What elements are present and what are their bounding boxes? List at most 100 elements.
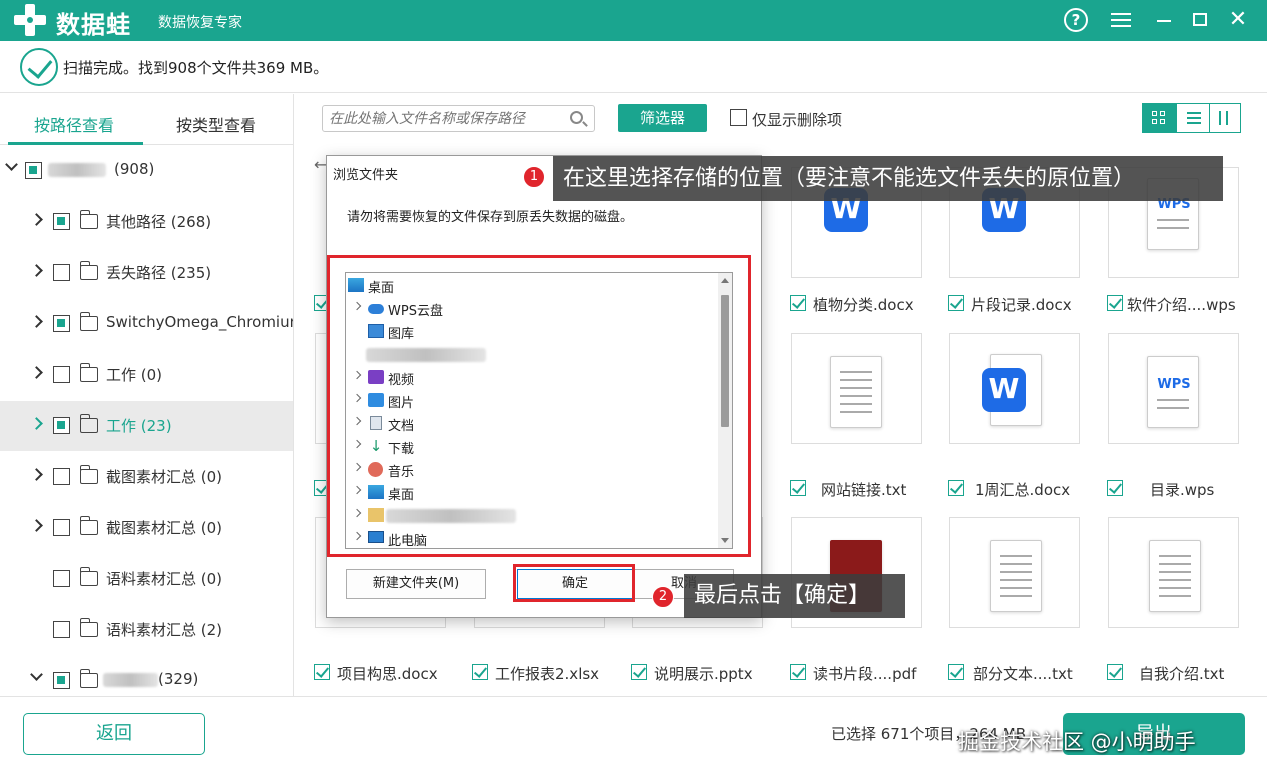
folder-icon bbox=[79, 261, 98, 280]
tree-item-lost-paths[interactable]: 丢失路径 (235) bbox=[0, 248, 293, 298]
tree-item-drive-2[interactable]: (329) bbox=[0, 656, 293, 696]
chevron-right-icon[interactable] bbox=[30, 519, 43, 532]
tree-checkbox[interactable] bbox=[53, 621, 70, 638]
folder-icon bbox=[79, 312, 98, 331]
file-checkbox[interactable] bbox=[790, 295, 806, 311]
dialog-message: 请勿将需要恢复的文件保存到原丢失数据的磁盘。 bbox=[347, 210, 634, 225]
file-checkbox[interactable] bbox=[790, 480, 806, 496]
tree-item-work-0[interactable]: 工作 (0) bbox=[0, 350, 293, 400]
tree-item-label: SwitchyOmega_Chromium bbox=[106, 313, 294, 331]
text-doc-icon bbox=[830, 356, 882, 428]
highlight-folder-tree bbox=[327, 255, 751, 557]
tree-item-label: (329) bbox=[158, 670, 199, 688]
new-folder-button[interactable]: 新建文件夹(M) bbox=[346, 569, 486, 599]
tree-checkbox[interactable] bbox=[53, 672, 70, 689]
sidebar: 按路径查看 按类型查看 (908) 其他路径 (268) 丢失路径 (235) … bbox=[0, 94, 294, 696]
tree-checkbox[interactable] bbox=[53, 570, 70, 587]
minimize-button[interactable] bbox=[1150, 6, 1178, 34]
file-card[interactable]: WPS bbox=[1108, 333, 1239, 444]
tree-item-screenshots-1[interactable]: 截图素材汇总 (0) bbox=[0, 452, 293, 502]
file-checkbox[interactable] bbox=[790, 664, 806, 680]
folder-icon bbox=[79, 567, 98, 586]
tree-item-label: (908) bbox=[114, 160, 155, 178]
annotation-step2: 最后点击【确定】 bbox=[684, 574, 905, 618]
tree-item-label: 丢失路径 (235) bbox=[106, 264, 212, 282]
tree-item-other-paths[interactable]: 其他路径 (268) bbox=[0, 197, 293, 247]
tree-checkbox[interactable] bbox=[25, 162, 42, 179]
tree-item-corpus-1[interactable]: 语料素材汇总 (0) bbox=[0, 554, 293, 604]
search-input[interactable] bbox=[329, 109, 564, 129]
chevron-right-icon[interactable] bbox=[30, 468, 43, 481]
grid-view-icon[interactable] bbox=[1143, 104, 1176, 132]
check-circle-icon bbox=[20, 48, 58, 86]
annotation-step1: 在这里选择存储的位置（要注意不能选文件丢失的原位置） bbox=[553, 156, 1223, 201]
tab-by-type[interactable]: 按类型查看 bbox=[176, 112, 256, 136]
word-doc-icon bbox=[982, 368, 1026, 412]
deleted-only-label: 仅显示删除项 bbox=[752, 111, 843, 129]
chevron-down-icon[interactable] bbox=[5, 158, 18, 171]
blurred-folder-name bbox=[103, 673, 158, 687]
file-card[interactable] bbox=[949, 517, 1080, 628]
tree-checkbox[interactable] bbox=[53, 315, 70, 332]
tree-item-root[interactable]: (908) bbox=[0, 146, 293, 196]
tree-item-label: 工作 (0) bbox=[106, 366, 163, 384]
file-checkbox[interactable] bbox=[1107, 295, 1123, 311]
file-checkbox[interactable] bbox=[948, 295, 964, 311]
tree-item-work-23[interactable]: 工作 (23) bbox=[0, 401, 293, 451]
chevron-right-icon[interactable] bbox=[30, 315, 43, 328]
tree-item-label: 语料素材汇总 (2) bbox=[106, 621, 223, 639]
chevron-right-icon[interactable] bbox=[30, 264, 43, 277]
highlight-ok-button bbox=[513, 564, 635, 602]
file-card[interactable] bbox=[949, 333, 1080, 444]
folder-icon bbox=[79, 363, 98, 382]
file-checkbox[interactable] bbox=[472, 664, 488, 680]
tab-by-path[interactable]: 按路径查看 bbox=[34, 112, 114, 136]
tree-checkbox[interactable] bbox=[53, 366, 70, 383]
file-card[interactable] bbox=[1108, 517, 1239, 628]
tree-item-label: 工作 (23) bbox=[106, 417, 172, 435]
bottom-bar: 返回 已选择 671个项目，264 MB 导出 掘金技术社区 @小明助手 bbox=[0, 696, 1267, 775]
menu-button[interactable] bbox=[1107, 6, 1135, 34]
app-logo-icon bbox=[14, 4, 46, 36]
folder-icon bbox=[79, 414, 98, 433]
file-checkbox[interactable] bbox=[1107, 480, 1123, 496]
tree-checkbox[interactable] bbox=[53, 519, 70, 536]
deleted-only-checkbox[interactable] bbox=[730, 109, 747, 126]
step2-badge: 2 bbox=[652, 586, 674, 608]
maximize-button[interactable] bbox=[1186, 6, 1214, 34]
blurred-drive-name bbox=[48, 163, 106, 177]
search-icon[interactable] bbox=[570, 111, 583, 124]
file-card[interactable] bbox=[791, 333, 922, 444]
list-view-icon[interactable] bbox=[1176, 104, 1209, 132]
folder-icon bbox=[79, 465, 98, 484]
search-box[interactable] bbox=[322, 105, 595, 132]
tree-checkbox[interactable] bbox=[53, 264, 70, 281]
step1-badge: 1 bbox=[523, 166, 545, 188]
view-mode-group bbox=[1142, 103, 1241, 133]
chevron-down-icon[interactable] bbox=[30, 668, 43, 681]
file-checkbox[interactable] bbox=[314, 664, 330, 680]
help-icon: ? bbox=[1064, 8, 1088, 32]
close-button[interactable]: ✕ bbox=[1224, 6, 1252, 34]
help-button[interactable]: ? bbox=[1062, 6, 1090, 34]
file-checkbox[interactable] bbox=[1107, 664, 1123, 680]
chevron-right-icon[interactable] bbox=[30, 417, 43, 430]
chevron-right-icon[interactable] bbox=[30, 366, 43, 379]
tree-checkbox[interactable] bbox=[53, 468, 70, 485]
dialog-title: 浏览文件夹 bbox=[333, 168, 399, 183]
tree-checkbox[interactable] bbox=[53, 417, 70, 434]
file-checkbox[interactable] bbox=[948, 480, 964, 496]
folder-icon bbox=[79, 516, 98, 535]
tree-item-label: 截图素材汇总 (0) bbox=[106, 468, 223, 486]
folder-icon bbox=[79, 210, 98, 229]
file-checkbox[interactable] bbox=[948, 664, 964, 680]
column-view-icon[interactable] bbox=[1209, 104, 1242, 132]
file-checkbox[interactable] bbox=[631, 664, 647, 680]
tree-item-screenshots-2[interactable]: 截图素材汇总 (0) bbox=[0, 503, 293, 553]
back-button[interactable]: 返回 bbox=[23, 713, 205, 755]
filter-button[interactable]: 筛选器 bbox=[618, 104, 707, 132]
tree-item-switchyomega[interactable]: SwitchyOmega_Chromium bbox=[0, 299, 294, 349]
chevron-right-icon[interactable] bbox=[30, 213, 43, 226]
tree-checkbox[interactable] bbox=[53, 213, 70, 230]
tree-item-corpus-2[interactable]: 语料素材汇总 (2) bbox=[0, 605, 293, 655]
